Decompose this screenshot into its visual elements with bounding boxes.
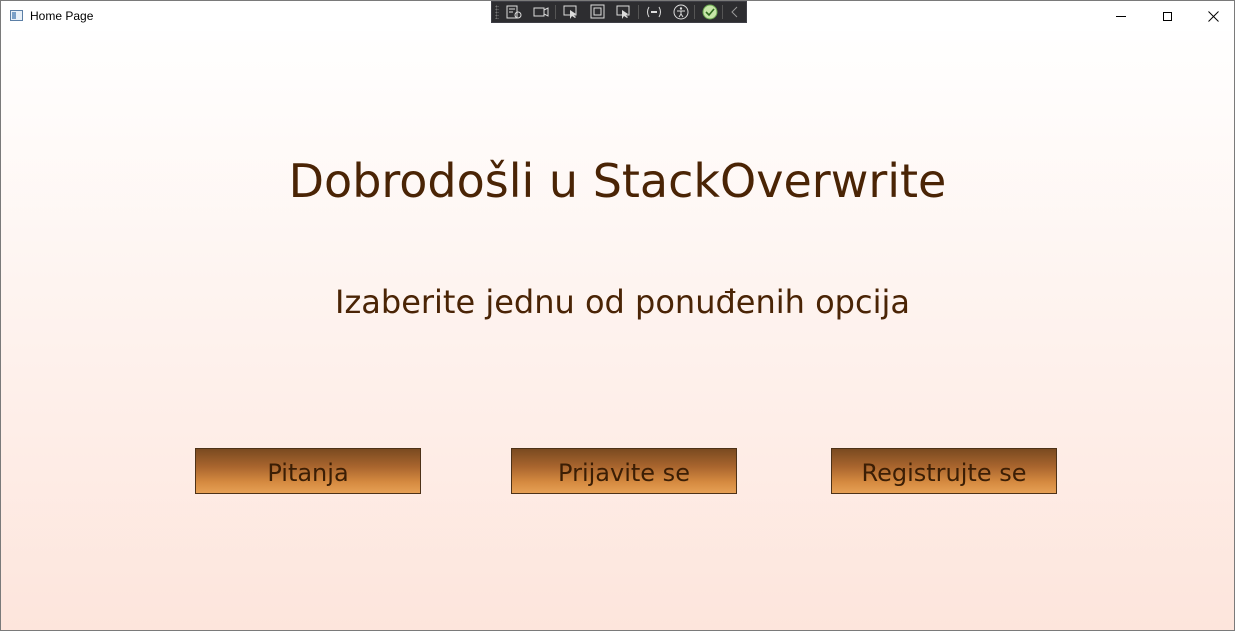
close-button[interactable] xyxy=(1190,1,1234,31)
close-icon xyxy=(1207,10,1219,22)
toolbar-separator xyxy=(694,5,695,19)
accessibility-icon[interactable] xyxy=(672,4,690,20)
toolbar-separator xyxy=(555,5,556,19)
page-subtitle: Izaberite jednu od ponuđenih opcija xyxy=(335,283,910,321)
toolbar-separator xyxy=(722,5,723,19)
page-title: Dobrodošli u StackOverwrite xyxy=(288,154,947,208)
maximize-button[interactable] xyxy=(1144,1,1190,31)
minimize-icon xyxy=(1116,15,1126,17)
toolbar-separator xyxy=(638,5,639,19)
display-layout-adorners-icon[interactable] xyxy=(589,4,607,20)
toolbar-grip-icon[interactable] xyxy=(495,5,499,19)
select-element-icon[interactable] xyxy=(562,4,580,20)
xaml-debug-toolbar xyxy=(491,1,747,23)
binding-failures-icon[interactable] xyxy=(645,4,663,20)
questions-button[interactable]: Pitanja xyxy=(195,448,421,494)
checkmark-icon[interactable] xyxy=(701,4,719,20)
register-button[interactable]: Registrujte se xyxy=(831,448,1057,494)
window-title: Home Page xyxy=(30,9,94,23)
collapse-chevron-icon[interactable] xyxy=(726,4,744,20)
maximize-icon xyxy=(1162,11,1172,21)
app-window-icon xyxy=(10,10,23,21)
record-icon[interactable] xyxy=(532,4,550,20)
login-button[interactable]: Prijavite se xyxy=(511,448,737,494)
minimize-button[interactable] xyxy=(1098,1,1144,31)
live-visual-tree-icon[interactable] xyxy=(505,4,523,20)
track-focus-icon[interactable] xyxy=(615,4,633,20)
app-window: Home Page Dobrodošli u StackOverwrite Iz… xyxy=(0,0,1235,631)
